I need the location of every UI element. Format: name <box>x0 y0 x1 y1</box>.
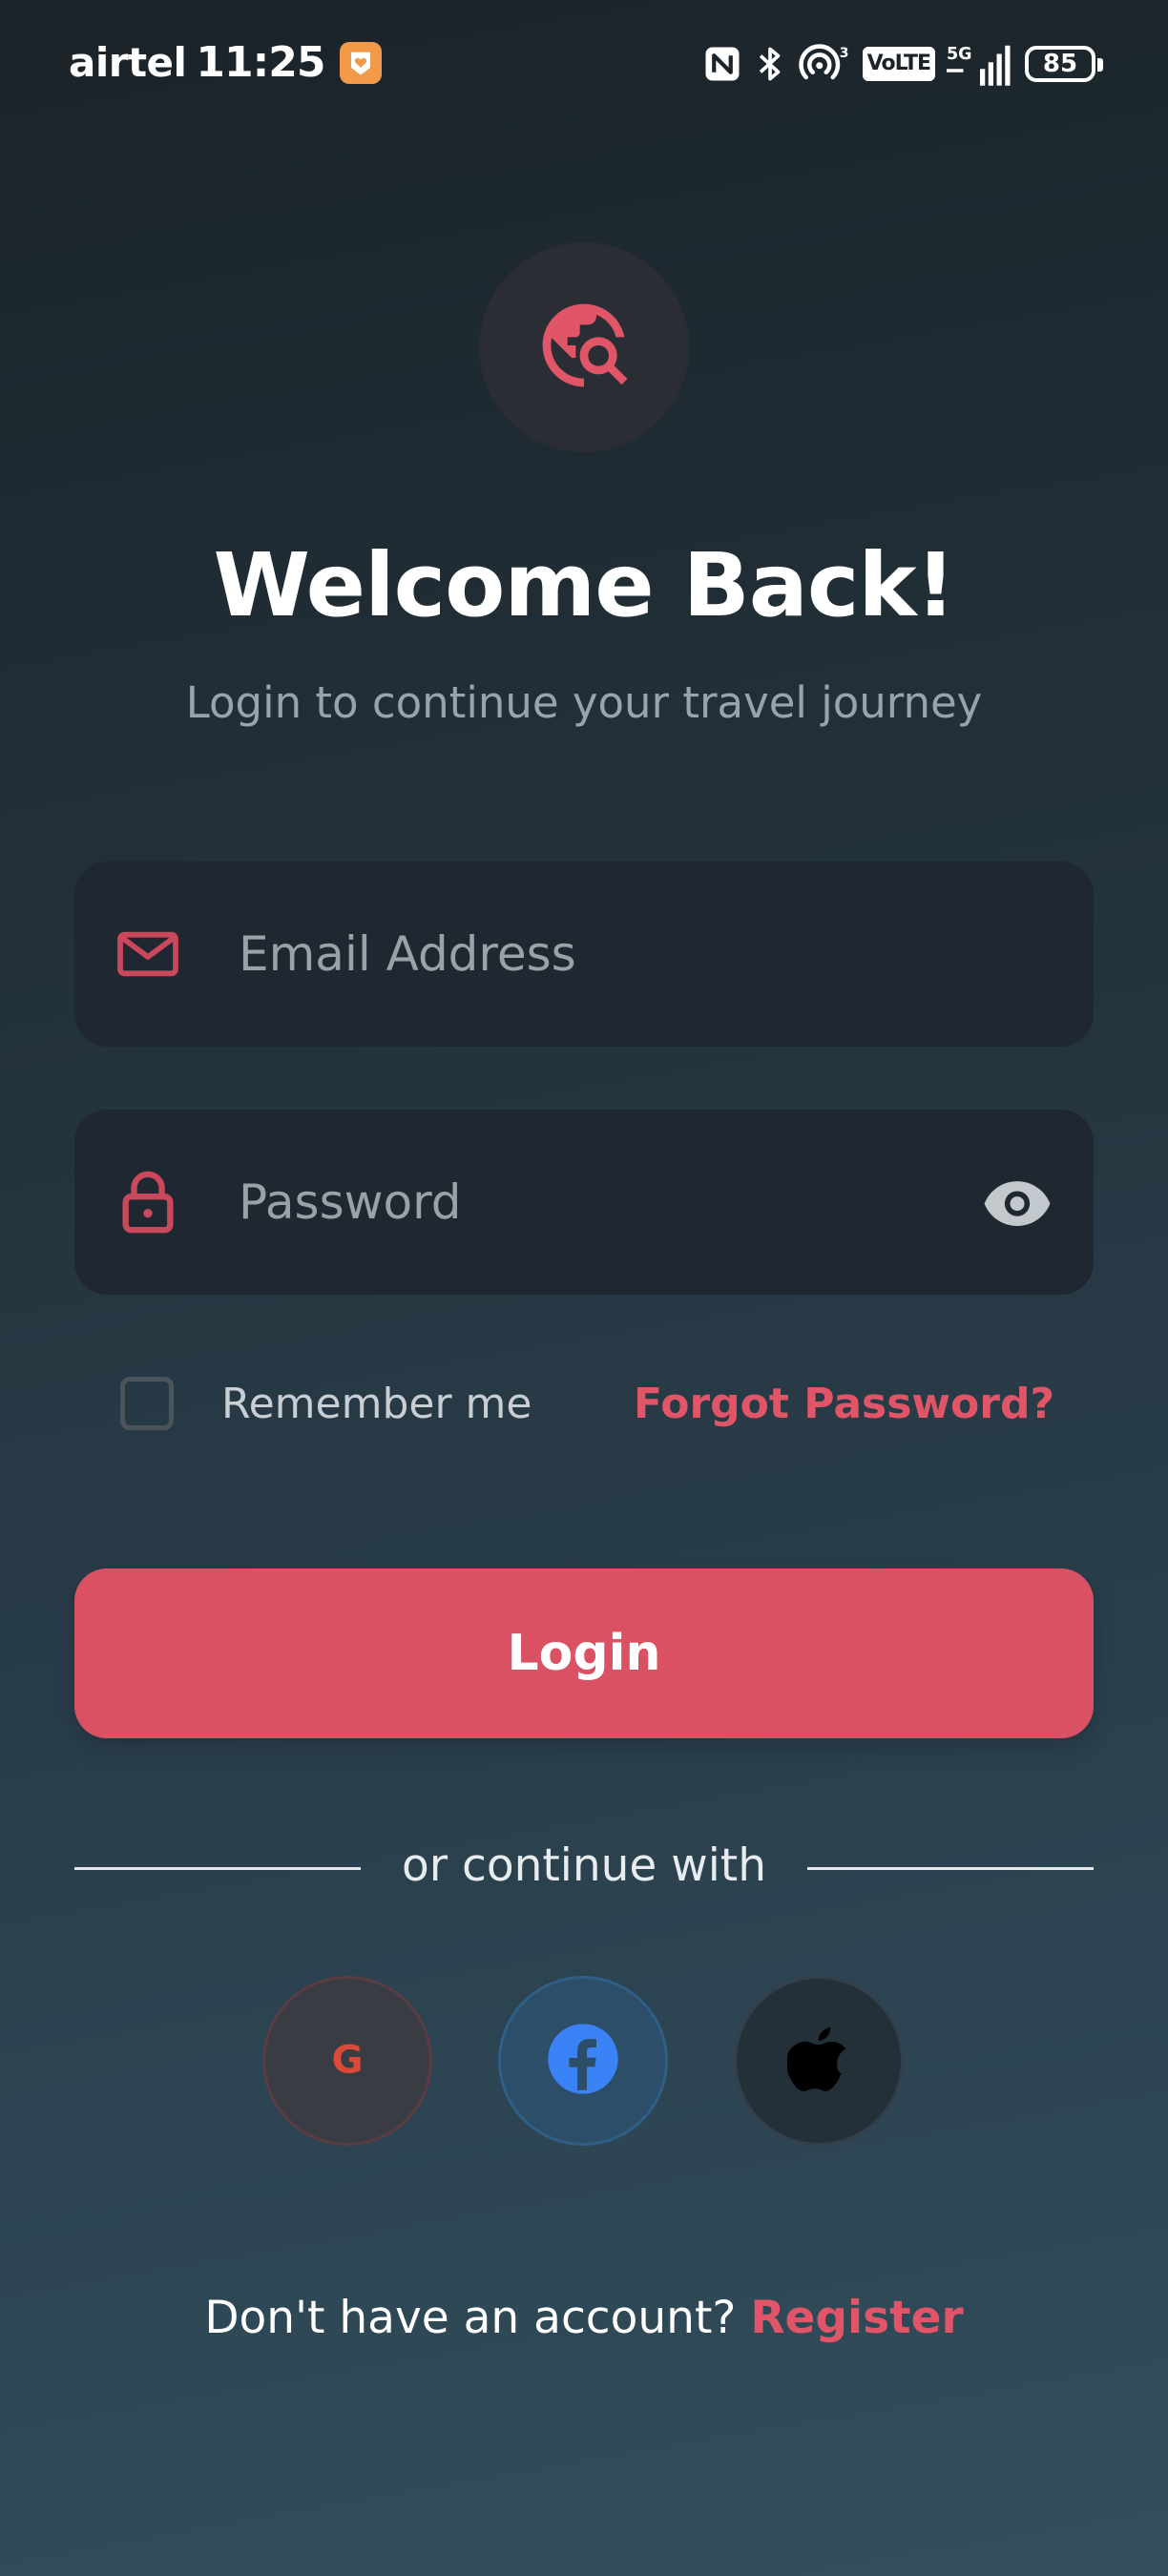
signal-icon: 5G <box>947 42 1013 86</box>
nfc-icon <box>702 44 742 84</box>
email-input[interactable] <box>237 915 928 993</box>
status-right: 3 VoLTE 5G 85 <box>702 42 1103 86</box>
password-field[interactable] <box>74 1110 1094 1295</box>
lock-icon <box>115 1169 181 1236</box>
svg-text:5G: 5G <box>947 45 972 64</box>
forgot-password-link[interactable]: Forgot Password? <box>634 1380 1054 1428</box>
facebook-login-button[interactable] <box>498 1976 668 2146</box>
carrier-name: airtel <box>69 39 187 86</box>
page-subtitle: Login to continue your travel journey <box>185 677 983 728</box>
app-logo <box>479 242 689 452</box>
status-time: 11:25 <box>196 38 325 87</box>
divider-text: or continue with <box>401 1839 767 1892</box>
login-button[interactable]: Login <box>74 1568 1094 1738</box>
bluetooth-icon <box>754 43 786 85</box>
remember-row: Remember me <box>120 1377 532 1430</box>
volte-indicator: VoLTE <box>862 47 935 81</box>
heart-badge-icon <box>340 41 383 84</box>
svg-text:3: 3 <box>839 46 848 61</box>
login-screen: airtel 11:25 3 VoLTE 5G 85 Welcome Back!… <box>0 0 1168 2576</box>
register-link[interactable]: Register <box>750 2292 963 2344</box>
status-bar: airtel 11:25 3 VoLTE 5G 85 <box>0 0 1168 134</box>
remember-checkbox[interactable] <box>120 1377 174 1430</box>
page-title: Welcome Back! <box>213 534 955 636</box>
register-row: Don't have an account? Register <box>0 2292 1168 2344</box>
divider-right <box>807 1867 1094 1870</box>
battery-indicator: 85 <box>1025 46 1103 82</box>
google-icon: G <box>326 2038 368 2084</box>
svg-text:G: G <box>331 2038 363 2080</box>
email-field[interactable] <box>74 862 1094 1047</box>
register-prompt: Don't have an account? <box>204 2292 737 2344</box>
eye-icon[interactable] <box>979 1164 1055 1240</box>
apple-icon <box>785 2024 850 2098</box>
status-left: airtel 11:25 <box>69 38 383 87</box>
travel-explore-icon <box>534 296 634 399</box>
mail-icon <box>115 921 181 987</box>
facebook-icon <box>545 2021 621 2101</box>
apple-login-button[interactable] <box>734 1976 904 2146</box>
password-input[interactable] <box>237 1163 928 1241</box>
remember-label: Remember me <box>221 1379 532 1428</box>
google-login-button[interactable]: G <box>262 1976 432 2146</box>
hotspot-icon: 3 <box>798 43 851 85</box>
